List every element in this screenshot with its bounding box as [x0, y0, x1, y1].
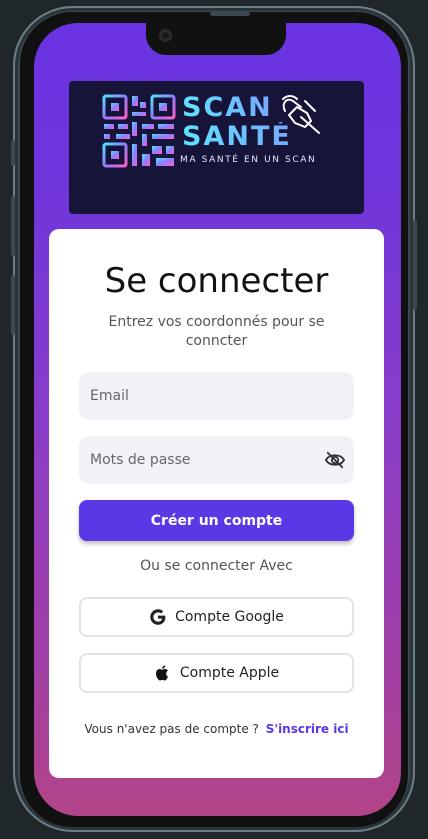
google-icon: [150, 609, 166, 625]
camera-icon: [159, 29, 172, 42]
google-login-button[interactable]: Compte Google: [79, 597, 354, 637]
page-title: Se connecter: [104, 261, 329, 301]
apple-button-label: Compte Apple: [179, 665, 280, 681]
side-button: [11, 140, 15, 166]
email-field[interactable]: [79, 372, 354, 420]
password-field[interactable]: [79, 436, 354, 484]
eye-off-icon[interactable]: [324, 450, 346, 470]
qr-code-icon: [102, 94, 176, 168]
create-account-button[interactable]: Créer un compte: [79, 500, 354, 541]
volume-up-button: [11, 196, 15, 256]
login-card: Se connecter Entrez vos coordonnés pour …: [49, 229, 384, 778]
page-subtitle: Entrez vos coordonnés pour se conncter: [108, 314, 325, 349]
logo-text-sante: SANTÉ: [182, 121, 292, 152]
power-button: [413, 220, 417, 310]
apple-icon: [155, 665, 168, 681]
apple-login-button[interactable]: Compte Apple: [79, 653, 354, 693]
logo-tagline: MA SANTÉ EN UN SCAN: [180, 155, 317, 165]
no-account-text: Vous n'avez pas de compte ?: [84, 722, 259, 736]
logo-banner: SCAN SANTÉ MA SANTÉ EN UN SCAN: [69, 81, 364, 214]
hand-tapping-icon: [282, 95, 320, 134]
signup-row: Vous n'avez pas de compte ? S'inscrire i…: [49, 722, 384, 736]
logo-text-scan: SCAN: [182, 92, 273, 123]
speaker-grill: [210, 11, 250, 16]
or-connect-with-label: Ou se connecter Avec: [140, 558, 293, 574]
volume-down-button: [11, 275, 15, 335]
google-button-label: Compte Google: [175, 609, 284, 625]
signup-link[interactable]: S'inscrire ici: [266, 722, 349, 736]
